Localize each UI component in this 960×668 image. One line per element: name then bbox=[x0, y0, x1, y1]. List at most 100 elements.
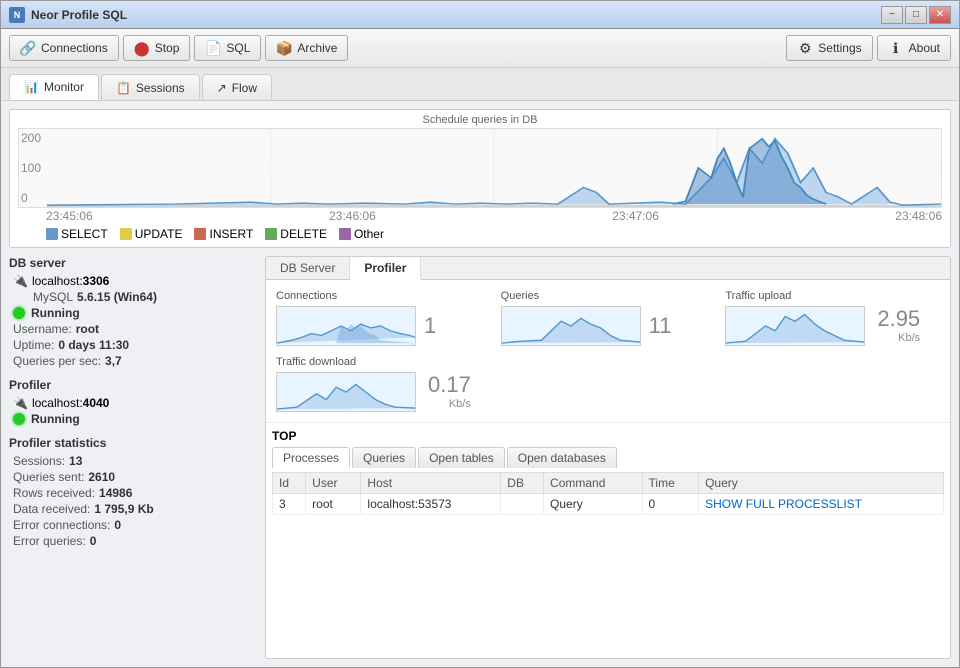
tab-open-databases[interactable]: Open databases bbox=[507, 447, 617, 468]
chart-y-labels: 200 100 0 bbox=[19, 129, 47, 207]
legend-other: Other bbox=[339, 227, 384, 241]
profiler-host-row: 🔌 localhost: 4040 bbox=[9, 396, 249, 410]
legend-update-dot bbox=[120, 228, 132, 240]
mysql-version: 5.6.15 (Win64) bbox=[77, 290, 157, 304]
sql-button[interactable]: 📄 SQL bbox=[194, 35, 261, 61]
tab-sessions[interactable]: 📋 Sessions bbox=[101, 74, 200, 100]
about-button[interactable]: ℹ About bbox=[877, 35, 951, 61]
db-host-label: localhost: bbox=[32, 274, 83, 288]
tab-profiler[interactable]: Profiler bbox=[350, 257, 421, 280]
legend-insert: INSERT bbox=[194, 227, 253, 241]
db-status-dot bbox=[13, 307, 25, 319]
queries-row: 11 bbox=[501, 306, 716, 346]
sessions-stat-label: Sessions: bbox=[13, 454, 65, 468]
qps-row: Queries per sec: 3,7 bbox=[9, 354, 249, 368]
data-received-value: 1 795,9 Kb bbox=[94, 502, 153, 516]
legend-delete-dot bbox=[265, 228, 277, 240]
chart-inner bbox=[47, 129, 941, 207]
top-table: Id User Host DB Command Time Query bbox=[272, 472, 944, 652]
mysql-label: MySQL bbox=[33, 290, 73, 304]
row-db bbox=[501, 494, 544, 515]
tab-flow[interactable]: ↗ Flow bbox=[202, 74, 272, 100]
traffic-download-value: 0.17 bbox=[428, 372, 471, 398]
tab-queries[interactable]: Queries bbox=[352, 447, 416, 468]
tab-open-tables[interactable]: Open tables bbox=[418, 447, 505, 468]
sessions-icon: 📋 bbox=[116, 81, 131, 95]
profiler-port: 4040 bbox=[83, 396, 110, 410]
row-host: localhost:53573 bbox=[361, 494, 501, 515]
profiler-stats-header: Profiler statistics bbox=[9, 436, 249, 450]
error-queries-row: Error queries: 0 bbox=[9, 534, 249, 548]
uptime-value: 0 days 11:30 bbox=[58, 338, 129, 352]
uptime-label: Uptime: bbox=[13, 338, 54, 352]
connections-row: 1 bbox=[276, 306, 491, 346]
metrics-section: Connections 1 bbox=[266, 280, 950, 423]
title-bar: N Neor Profile SQL − □ ✕ bbox=[1, 1, 959, 29]
data-received-row: Data received: 1 795,9 Kb bbox=[9, 502, 249, 516]
stop-icon: ⬤ bbox=[134, 40, 150, 56]
monitor-icon: 📊 bbox=[24, 80, 39, 94]
queries-label: Queries bbox=[501, 290, 716, 302]
traffic-upload-row: 2.95 Kb/s bbox=[725, 306, 940, 346]
db-connect-icon: 🔌 bbox=[13, 274, 28, 288]
stop-button[interactable]: ⬤ Stop bbox=[123, 35, 191, 61]
profiler-header: Profiler bbox=[9, 378, 249, 392]
connections-metric: Connections 1 bbox=[276, 290, 491, 346]
error-conn-label: Error connections: bbox=[13, 518, 110, 532]
db-status-row: Running bbox=[9, 306, 249, 320]
settings-button[interactable]: ⚙ Settings bbox=[786, 35, 872, 61]
qps-value: 3,7 bbox=[105, 354, 122, 368]
traffic-upload-metric: Traffic upload 2.95 Kb/s bbox=[725, 290, 940, 346]
close-button[interactable]: ✕ bbox=[929, 6, 951, 24]
traffic-download-row: 0.17 Kb/s bbox=[276, 372, 940, 412]
archive-icon: 📦 bbox=[276, 40, 292, 56]
toolbar-right: ⚙ Settings ℹ About bbox=[786, 35, 951, 61]
qps-label: Queries per sec: bbox=[13, 354, 101, 368]
error-conn-row: Error connections: 0 bbox=[9, 518, 249, 532]
top-tabs: Processes Queries Open tables Open datab… bbox=[272, 447, 944, 468]
connections-value: 1 bbox=[424, 313, 436, 339]
about-icon: ℹ bbox=[888, 40, 904, 56]
traffic-download-metric: Traffic download 0.17 Kb/s bbox=[276, 356, 940, 412]
tab-processes[interactable]: Processes bbox=[272, 447, 350, 468]
sessions-stat-row: Sessions: 13 bbox=[9, 454, 249, 468]
col-id: Id bbox=[273, 473, 306, 494]
error-queries-value: 0 bbox=[90, 534, 97, 548]
data-received-label: Data received: bbox=[13, 502, 90, 516]
connections-label: Connections bbox=[276, 290, 491, 302]
traffic-upload-val-container: 2.95 Kb/s bbox=[877, 306, 920, 346]
legend-other-dot bbox=[339, 228, 351, 240]
minimize-button[interactable]: − bbox=[881, 6, 903, 24]
legend-select: SELECT bbox=[46, 227, 108, 241]
rows-received-row: Rows received: 14986 bbox=[9, 486, 249, 500]
col-user: User bbox=[306, 473, 361, 494]
col-host: Host bbox=[361, 473, 501, 494]
connections-button[interactable]: 🔗 Connections bbox=[9, 35, 119, 61]
chart-title: Schedule queries in DB bbox=[18, 114, 942, 126]
maximize-button[interactable]: □ bbox=[905, 6, 927, 24]
row-user: root bbox=[306, 494, 361, 515]
traffic-upload-unit: Kb/s bbox=[898, 332, 920, 344]
db-server-section: DB server 🔌 localhost: 3306 MySQL 5.6.15… bbox=[9, 256, 249, 368]
traffic-download-unit: Kb/s bbox=[449, 398, 471, 410]
queries-chart bbox=[501, 306, 641, 346]
tab-monitor[interactable]: 📊 Monitor bbox=[9, 74, 99, 100]
table-row: 3 root localhost:53573 Query 0 SHOW FULL… bbox=[273, 494, 944, 515]
row-command: Query bbox=[544, 494, 643, 515]
error-queries-label: Error queries: bbox=[13, 534, 86, 548]
username-row: Username: root bbox=[9, 322, 249, 336]
db-port: 3306 bbox=[83, 274, 110, 288]
queries-sent-row: Queries sent: 2610 bbox=[9, 470, 249, 484]
queries-sent-label: Queries sent: bbox=[13, 470, 84, 484]
queries-metric: Queries 11 bbox=[501, 290, 716, 346]
chart-legend: SELECT UPDATE INSERT DELETE Other bbox=[18, 223, 942, 243]
main-tabs: 📊 Monitor 📋 Sessions ↗ Flow bbox=[1, 68, 959, 101]
top-section: TOP Processes Queries Open tables Open d… bbox=[266, 423, 950, 658]
profiler-status: Running bbox=[31, 412, 80, 426]
row-query[interactable]: SHOW FULL PROCESSLIST bbox=[699, 494, 944, 515]
tab-db-server[interactable]: DB Server bbox=[266, 257, 350, 279]
sessions-stat-value: 13 bbox=[69, 454, 82, 468]
toolbar: 🔗 Connections ⬤ Stop 📄 SQL 📦 Archive ⚙ S… bbox=[1, 29, 959, 68]
legend-update: UPDATE bbox=[120, 227, 183, 241]
archive-button[interactable]: 📦 Archive bbox=[265, 35, 348, 61]
